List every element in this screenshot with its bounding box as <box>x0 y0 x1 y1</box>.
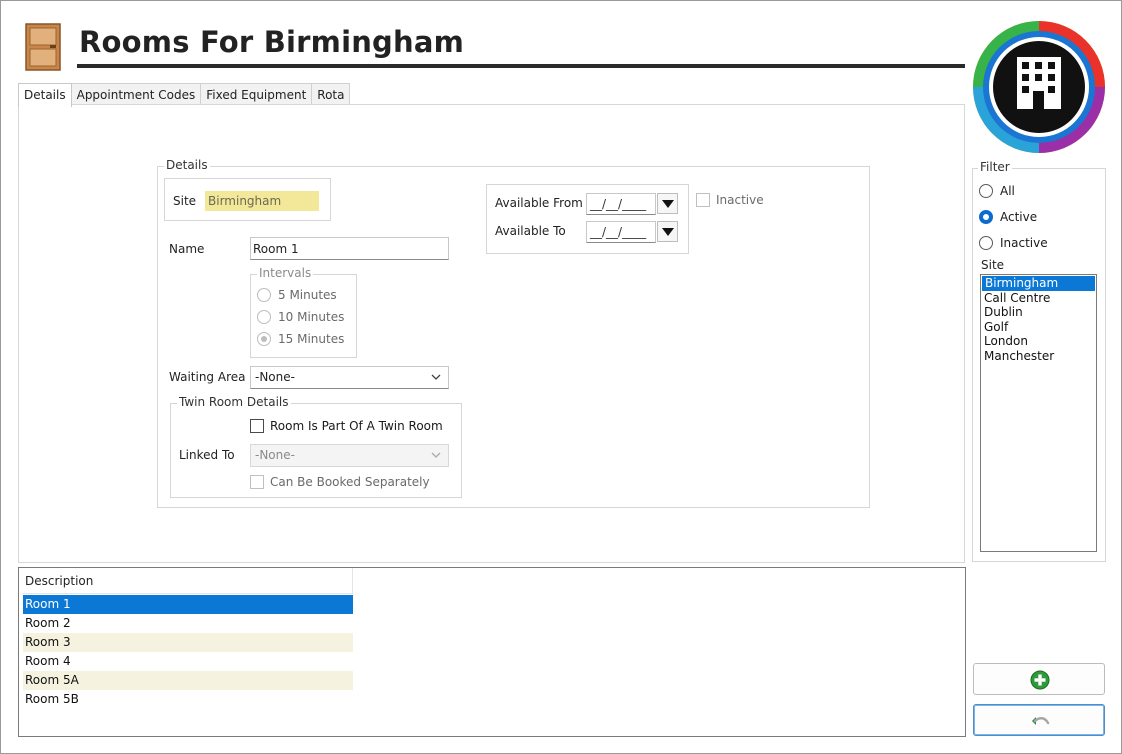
tab-details[interactable]: Details <box>18 83 72 107</box>
rooms-grid: Description Room 1 Room 2 Room 3 Room 4 … <box>18 567 966 737</box>
can-be-booked-separately[interactable]: Can Be Booked Separately <box>250 475 430 489</box>
details-legend: Details <box>164 158 210 172</box>
linked-to-select[interactable]: -None- <box>250 444 449 467</box>
undo-button[interactable] <box>973 704 1105 736</box>
filter-active[interactable]: Active <box>979 210 1037 224</box>
waiting-area-select[interactable]: -None- <box>250 366 449 389</box>
filter-inactive[interactable]: Inactive <box>979 236 1048 250</box>
table-row[interactable]: Room 3 <box>23 633 353 652</box>
name-input[interactable] <box>250 237 449 260</box>
chevron-down-icon <box>431 452 441 458</box>
interval-10-radio[interactable] <box>257 310 271 324</box>
list-item[interactable]: London <box>981 334 1096 349</box>
page-title: Rooms For Birmingham <box>79 25 465 59</box>
available-to-input[interactable]: __/__/____ <box>586 221 656 243</box>
available-to-dropdown[interactable] <box>657 221 678 242</box>
available-from-dropdown[interactable] <box>657 193 678 214</box>
site-list[interactable]: Birmingham Call Centre Dublin Golf Londo… <box>980 274 1097 552</box>
tab-bar: Details Appointment Codes Fixed Equipmen… <box>18 83 351 107</box>
list-item[interactable]: Call Centre <box>981 291 1096 306</box>
tab-fixed-equipment[interactable]: Fixed Equipment <box>200 83 313 105</box>
list-item[interactable]: Golf <box>981 320 1096 335</box>
intervals-legend: Intervals <box>257 266 314 280</box>
linked-to-value: -None- <box>255 448 295 462</box>
interval-15-radio[interactable] <box>257 332 271 346</box>
list-item[interactable]: Birmingham <box>982 276 1095 291</box>
available-to-label: Available To <box>495 224 566 238</box>
interval-10-minutes[interactable]: 10 Minutes <box>257 310 344 324</box>
inactive-checkbox[interactable] <box>696 193 710 207</box>
filter-inactive-radio[interactable] <box>979 236 993 250</box>
linked-to-label: Linked To <box>179 448 235 462</box>
chevron-down-icon <box>431 374 441 380</box>
tab-appointment-codes[interactable]: Appointment Codes <box>70 83 202 105</box>
rooms-window: Rooms For Birmingham Details Appointment… <box>0 0 1122 754</box>
table-row[interactable]: Room 5A <box>23 671 353 690</box>
filter-all-radio[interactable] <box>979 184 993 198</box>
interval-15-minutes[interactable]: 15 Minutes <box>257 332 344 346</box>
table-row[interactable]: Room 2 <box>23 614 353 633</box>
available-from-label: Available From <box>495 196 583 210</box>
filter-all[interactable]: All <box>979 184 1015 198</box>
waiting-area-label: Waiting Area <box>169 370 246 384</box>
site-label: Site <box>173 194 197 208</box>
waiting-area-value: -None- <box>255 370 295 384</box>
table-row[interactable]: Room 1 <box>23 595 353 614</box>
interval-5-minutes[interactable]: 5 Minutes <box>257 288 337 302</box>
door-icon <box>25 23 61 71</box>
interval-5-radio[interactable] <box>257 288 271 302</box>
part-of-twin-checkbox[interactable] <box>250 419 264 433</box>
booked-separately-checkbox[interactable] <box>250 475 264 489</box>
name-label: Name <box>169 242 205 256</box>
site-field: Birmingham <box>205 191 319 211</box>
title-rule <box>77 64 965 68</box>
add-circle-icon <box>1030 670 1050 690</box>
table-row[interactable]: Room 5B <box>23 690 353 709</box>
list-item[interactable]: Manchester <box>981 349 1096 364</box>
filter-active-radio[interactable] <box>979 210 993 224</box>
undo-icon <box>1032 717 1050 725</box>
inactive-toggle[interactable]: Inactive <box>696 193 764 207</box>
twin-room-legend: Twin Room Details <box>177 395 291 409</box>
available-from-input[interactable]: __/__/____ <box>586 193 656 215</box>
list-item[interactable]: Dublin <box>981 305 1096 320</box>
building-logo-icon <box>973 21 1105 153</box>
add-room-button[interactable] <box>973 663 1105 695</box>
site-filter-label: Site <box>981 258 1005 272</box>
table-row[interactable]: Room 4 <box>23 652 353 671</box>
part-of-twin-room[interactable]: Room Is Part Of A Twin Room <box>250 419 443 433</box>
tab-rota[interactable]: Rota <box>311 83 351 105</box>
description-column-header[interactable]: Description <box>23 568 353 594</box>
caret-down-icon <box>662 200 674 208</box>
filter-legend: Filter <box>978 160 1012 174</box>
caret-down-icon <box>662 228 674 236</box>
